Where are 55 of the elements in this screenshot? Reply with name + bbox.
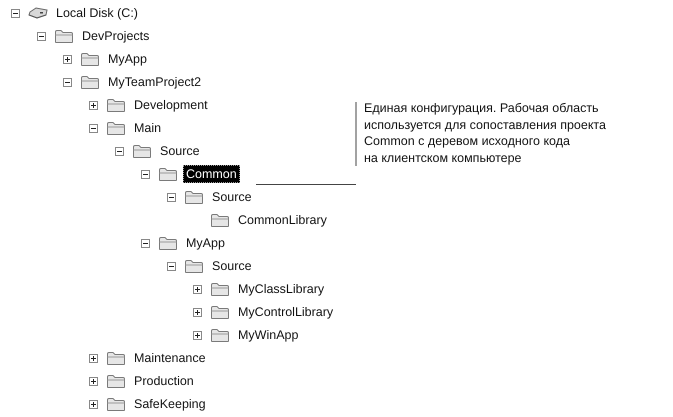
tree-item[interactable]: MyApp <box>183 234 228 252</box>
folder-icon <box>210 282 230 296</box>
tree-item[interactable]: Maintenance <box>131 349 209 367</box>
tree-item[interactable]: SafeKeeping <box>131 395 209 413</box>
tree-item[interactable]: MyApp <box>105 50 150 68</box>
expand-button[interactable] <box>89 376 98 386</box>
expand-button[interactable] <box>193 330 202 340</box>
folder-icon <box>106 120 126 136</box>
collapse-button[interactable] <box>11 8 20 18</box>
folder-icon <box>106 98 126 112</box>
expand-button[interactable] <box>89 100 98 110</box>
tree-item[interactable]: CommonLibrary <box>235 211 330 229</box>
folder-icon <box>106 350 126 366</box>
folder-icon <box>210 212 230 228</box>
tree-item[interactable]: Development <box>131 96 211 114</box>
callout-text: Единая конфигурация. Рабочая область используется для сопоставления проекта Common с деревом исходного кода на клиентском компьютере <box>364 100 606 166</box>
collapse-button[interactable] <box>167 262 176 270</box>
folder-icon <box>106 374 126 388</box>
collapse-button[interactable] <box>141 238 150 248</box>
tree-item[interactable]: DevProjects <box>79 27 152 45</box>
collapse-button[interactable] <box>115 146 124 156</box>
collapse-button[interactable] <box>89 124 98 132</box>
folder-icon <box>210 304 230 320</box>
collapse-button[interactable] <box>167 192 176 202</box>
folder-icon <box>80 74 100 90</box>
folder-icon <box>184 258 204 274</box>
collapse-button[interactable] <box>141 170 150 178</box>
folder-icon <box>106 396 126 412</box>
collapse-button[interactable] <box>37 32 46 40</box>
folder-icon <box>132 144 152 158</box>
drive-icon <box>28 7 48 19</box>
folder-icon <box>54 28 74 44</box>
tree-item[interactable]: MyClassLibrary <box>235 280 328 298</box>
tree-item[interactable]: Main <box>131 119 164 137</box>
tree-item[interactable]: Source <box>209 188 255 206</box>
expand-button[interactable] <box>63 54 72 64</box>
expand-button[interactable] <box>193 308 202 316</box>
tree-item[interactable]: MyTeamProject2 <box>105 73 204 91</box>
expand-button[interactable] <box>193 284 202 294</box>
expand-button[interactable] <box>89 400 98 408</box>
expand-button[interactable] <box>89 354 98 362</box>
folder-icon <box>210 328 230 342</box>
tree-item[interactable]: Local Disk (C:) <box>53 4 141 22</box>
folder-icon <box>158 166 178 182</box>
tree-item[interactable]: Common <box>183 165 240 183</box>
folder-icon <box>158 236 178 250</box>
folder-icon <box>184 190 204 204</box>
bracket-line <box>355 102 357 166</box>
folder-icon <box>80 52 100 66</box>
collapse-button[interactable] <box>63 78 72 86</box>
tree-item[interactable]: MyWinApp <box>235 326 302 344</box>
tree-item[interactable]: MyControlLibrary <box>235 303 336 321</box>
tree-item[interactable]: Source <box>157 142 203 160</box>
tree-item[interactable]: Production <box>131 372 197 390</box>
tree-item[interactable]: Source <box>209 257 255 275</box>
